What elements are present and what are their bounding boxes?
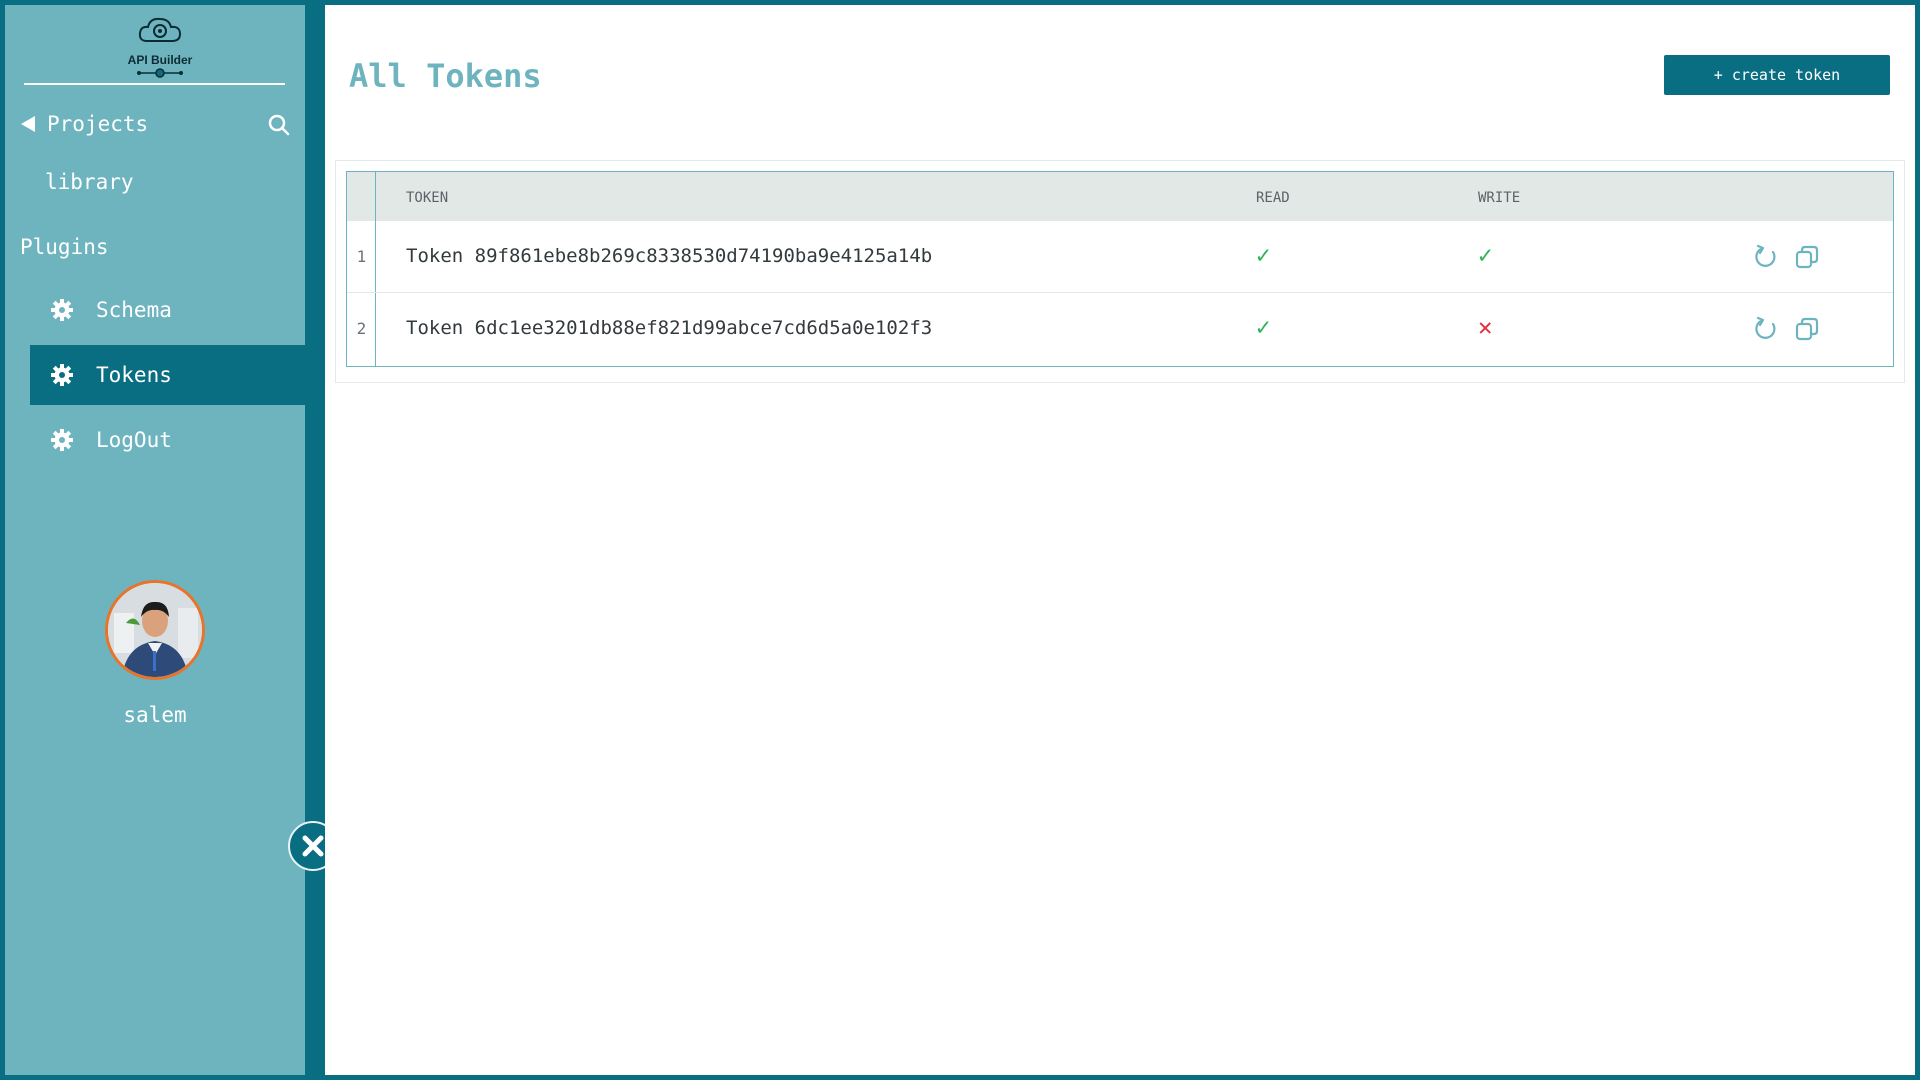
- write-cross-icon: ✕: [1478, 313, 1493, 341]
- token-value[interactable]: Token 6dc1ee3201db88ef821d99abce7cd6d5a0…: [406, 317, 932, 339]
- refresh-icon[interactable]: [1753, 316, 1779, 342]
- nav-label: LogOut: [96, 428, 172, 452]
- api-builder-logo[interactable]: API Builder: [120, 13, 200, 81]
- close-icon: [302, 835, 324, 857]
- tokens-table: TOKEN READ WRITE 1 Token 89f861ebe8b269c…: [346, 171, 1894, 367]
- table-header: TOKEN READ WRITE: [347, 172, 1893, 221]
- projects-toggle[interactable]: Projects: [21, 109, 299, 139]
- projects-label: Projects: [47, 112, 149, 136]
- row-index: 1: [356, 247, 367, 266]
- project-item-library[interactable]: library: [45, 170, 134, 194]
- gear-icon: [51, 429, 73, 451]
- gear-icon: [51, 299, 73, 321]
- page-title: All Tokens: [349, 57, 542, 95]
- create-token-button[interactable]: + create token: [1664, 55, 1890, 95]
- column-header-read[interactable]: READ: [1256, 190, 1290, 206]
- row-index: 2: [356, 319, 367, 338]
- nav-label: Tokens: [96, 363, 172, 387]
- nav-item-logout[interactable]: LogOut: [30, 410, 305, 470]
- nav-label: Schema: [96, 298, 172, 322]
- logo-divider: [24, 83, 285, 85]
- column-header-token[interactable]: TOKEN: [406, 190, 448, 206]
- nav-item-tokens[interactable]: Tokens: [30, 345, 305, 405]
- gear-icon: [51, 364, 73, 386]
- username: salem: [123, 703, 187, 727]
- nav-item-schema[interactable]: Schema: [30, 280, 305, 340]
- read-check-icon: ✓: [1256, 313, 1271, 341]
- refresh-icon[interactable]: [1753, 244, 1779, 270]
- token-value[interactable]: Token 89f861ebe8b269c8338530d74190ba9e41…: [406, 245, 932, 267]
- table-row[interactable]: 1 Token 89f861ebe8b269c8338530d74190ba9e…: [347, 221, 1893, 293]
- read-check-icon: ✓: [1256, 241, 1271, 269]
- avatar[interactable]: [105, 580, 205, 680]
- column-header-write[interactable]: WRITE: [1478, 190, 1520, 206]
- cloud-gear-icon: [138, 17, 182, 42]
- write-check-icon: ✓: [1478, 241, 1493, 269]
- plugins-heading: Plugins: [20, 235, 109, 259]
- copy-icon[interactable]: [1794, 316, 1820, 342]
- back-triangle-icon[interactable]: [21, 116, 35, 132]
- tokens-table-card: TOKEN READ WRITE 1 Token 89f861ebe8b269c…: [335, 160, 1905, 383]
- sidebar: API Builder Projects library Plugins Sch…: [5, 5, 305, 1075]
- avatar-photo: [108, 583, 202, 677]
- table-row[interactable]: 2 Token 6dc1ee3201db88ef821d99abce7cd6d5…: [347, 293, 1893, 365]
- copy-icon[interactable]: [1794, 244, 1820, 270]
- logo-text: API Builder: [127, 53, 193, 67]
- circuit-icon: [137, 68, 183, 78]
- search-icon[interactable]: [267, 113, 291, 137]
- main-panel: All Tokens + create token TOKEN READ WRI…: [325, 5, 1915, 1075]
